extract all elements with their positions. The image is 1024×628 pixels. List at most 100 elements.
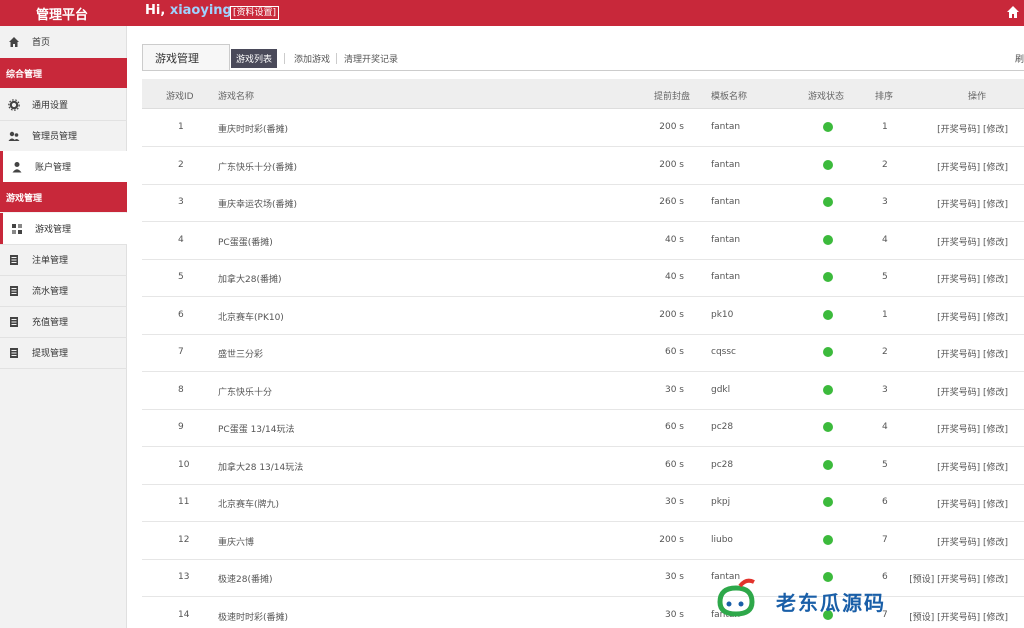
table-row: 1 重庆时时彩(番摊) 200 s fantan 1 [开奖号码] [修改] xyxy=(142,110,1024,147)
cell-actions[interactable]: [开奖号码] [修改] xyxy=(937,422,1008,435)
sidebar-item-label: 管理员管理 xyxy=(32,132,78,142)
cell-close-time: 200 s xyxy=(659,309,684,320)
cell-actions[interactable]: [开奖号码] [修改] xyxy=(937,460,1008,473)
cell-game-name: 极速时时彩(番摊) xyxy=(218,612,289,623)
cell-actions[interactable]: [开奖号码] [修改] xyxy=(937,197,1008,210)
column-header-close-time: 提前封盘 xyxy=(654,92,691,102)
status-active-indicator xyxy=(823,384,833,395)
sidebar-item-home[interactable]: 首页 xyxy=(0,26,127,57)
status-active-indicator xyxy=(823,197,833,207)
subtab-game-list[interactable]: 游戏列表 xyxy=(231,49,278,68)
table-row: 9 PC蛋蛋 13/14玩法 60 s pc28 4 [开奖号码] [修改] xyxy=(142,410,1024,447)
cell-template: pk10 xyxy=(711,309,734,320)
status-active-indicator xyxy=(823,122,833,132)
cell-actions[interactable]: [开奖号码] [修改] xyxy=(937,535,1008,548)
sidebar-item-recharge-management[interactable]: 充值管理 xyxy=(0,306,127,337)
column-header-actions: 操作 xyxy=(968,92,987,102)
cell-sort: 4 xyxy=(882,234,888,245)
divider xyxy=(142,70,1024,71)
cell-actions[interactable]: [开奖号码] [修改] xyxy=(937,122,1008,135)
cell-sort: 5 xyxy=(882,459,888,470)
sidebar-item-account-management[interactable]: 账户管理 xyxy=(0,151,127,182)
brand-title: 管理平台 xyxy=(36,8,89,23)
sidebar-item-flow-management[interactable]: 流水管理 xyxy=(0,275,127,306)
cell-sort: 3 xyxy=(882,197,888,207)
cell-actions[interactable]: [开奖号码] [修改] xyxy=(937,497,1008,510)
cell-sort: 1 xyxy=(882,309,888,320)
home-icon xyxy=(9,37,19,47)
cell-close-time: 30 s xyxy=(664,384,684,395)
cell-actions[interactable]: [开奖号码] [修改] xyxy=(937,310,1008,323)
cell-game-name: 广东快乐十分 xyxy=(218,387,273,398)
cell-close-time: 30 s xyxy=(664,572,684,582)
cell-template: fantan xyxy=(711,272,741,282)
cell-game-name: 加拿大28(番摊) xyxy=(218,275,282,285)
doc-icon xyxy=(10,286,18,296)
sidebar-item-label: 首页 xyxy=(32,38,51,48)
status-active-indicator xyxy=(823,159,833,170)
profile-settings-link[interactable]: [资料设置] xyxy=(230,6,280,20)
cell-sort: 5 xyxy=(882,272,888,282)
main-content: 游戏管理 游戏列表 添加游戏 清理开奖记录 刷 游戏ID 游戏名称 提前封盘 模… xyxy=(128,26,1024,628)
cell-template: fantan xyxy=(711,122,741,132)
cell-template: cqssc xyxy=(711,347,736,357)
table-row: 7 盛世三分彩 60 s cqssc 2 [开奖号码] [修改] xyxy=(142,335,1024,372)
refresh-button[interactable]: 刷 xyxy=(1015,52,1024,65)
cell-close-time: 200 s xyxy=(659,534,684,545)
sidebar-item-game-management[interactable]: 游戏管理 xyxy=(0,213,127,244)
cell-id: 12 xyxy=(178,534,190,545)
cell-id: 10 xyxy=(178,459,190,470)
cell-id: 5 xyxy=(178,272,184,282)
cell-game-name: 重庆时时彩(番摊) xyxy=(218,125,289,135)
sidebar-item-label: 充值管理 xyxy=(32,318,69,328)
table-row: 6 北京赛车(PK10) 200 s pk10 1 [开奖号码] [修改] xyxy=(142,298,1024,335)
table-row: 11 北京赛车(牌九) 30 s pkpj 6 [开奖号码] [修改] xyxy=(142,485,1024,522)
cell-actions[interactable]: [开奖号码] [修改] xyxy=(937,160,1008,173)
status-active-indicator xyxy=(823,347,833,357)
page-title: 游戏管理 xyxy=(155,52,199,65)
admin-icon xyxy=(8,131,20,141)
sidebar-item-bet-management[interactable]: 注单管理 xyxy=(0,244,127,275)
game-icon xyxy=(12,224,22,234)
cell-close-time: 40 s xyxy=(664,234,684,245)
cell-sort: 6 xyxy=(882,497,888,507)
status-active-indicator xyxy=(823,272,833,282)
home-icon[interactable] xyxy=(1006,5,1020,19)
sidebar-item-withdraw-management[interactable]: 提现管理 xyxy=(0,337,127,368)
cell-actions[interactable]: [开奖号码] [修改] xyxy=(937,347,1008,360)
sidebar-section-game[interactable]: 游戏管理 xyxy=(0,182,127,212)
cell-template: pkpj xyxy=(711,497,731,507)
sidebar-section-general[interactable]: 综合管理 xyxy=(0,58,127,88)
cell-template: pc28 xyxy=(711,422,734,432)
cell-game-name: 极速28(番摊) xyxy=(218,575,273,585)
sidebar-item-label: 账户管理 xyxy=(35,163,72,173)
watermark-logo-icon xyxy=(717,578,755,617)
status-active-indicator xyxy=(823,459,833,470)
cell-actions[interactable]: [开奖号码] [修改] xyxy=(937,272,1008,285)
divider xyxy=(0,368,127,369)
cell-game-name: PC蛋蛋 13/14玩法 xyxy=(218,425,295,435)
cell-close-time: 30 s xyxy=(664,609,684,620)
sidebar-item-admin-management[interactable]: 管理员管理 xyxy=(0,120,127,151)
cell-id: 9 xyxy=(178,422,184,432)
page-tab-game-management[interactable]: 游戏管理 xyxy=(142,44,230,70)
table-row: 12 重庆六博 200 s liubo 7 [开奖号码] [修改] xyxy=(142,523,1024,560)
cell-id: 2 xyxy=(178,159,184,170)
table-row: 3 重庆幸运农场(番摊) 260 s fantan 3 [开奖号码] [修改] xyxy=(142,185,1024,222)
cell-template: liubo xyxy=(711,534,733,545)
cell-actions[interactable]: [开奖号码] [修改] xyxy=(937,385,1008,398)
subtab-add-game[interactable]: 添加游戏 xyxy=(294,52,330,65)
top-bar: 管理平台 Hi, xiaoying [资料设置] xyxy=(0,0,1024,26)
cell-close-time: 200 s xyxy=(659,159,684,170)
cell-game-name: 北京赛车(牌九) xyxy=(218,500,280,510)
subtab-clear-draw-records[interactable]: 清理开奖记录 xyxy=(344,52,398,65)
sidebar-item-label: 通用设置 xyxy=(32,101,69,111)
cell-actions[interactable]: [开奖号码] [修改] xyxy=(937,235,1008,248)
table-row: 2 广东快乐十分(番摊) 200 s fantan 2 [开奖号码] [修改] xyxy=(142,148,1024,185)
cell-id: 8 xyxy=(178,384,184,395)
sidebar-item-general-settings[interactable]: 通用设置 xyxy=(0,89,127,120)
greeting: Hi, xiaoying xyxy=(145,3,232,18)
username-link[interactable]: xiaoying xyxy=(170,3,232,18)
cell-close-time: 60 s xyxy=(664,459,684,470)
column-header-name: 游戏名称 xyxy=(218,92,255,102)
